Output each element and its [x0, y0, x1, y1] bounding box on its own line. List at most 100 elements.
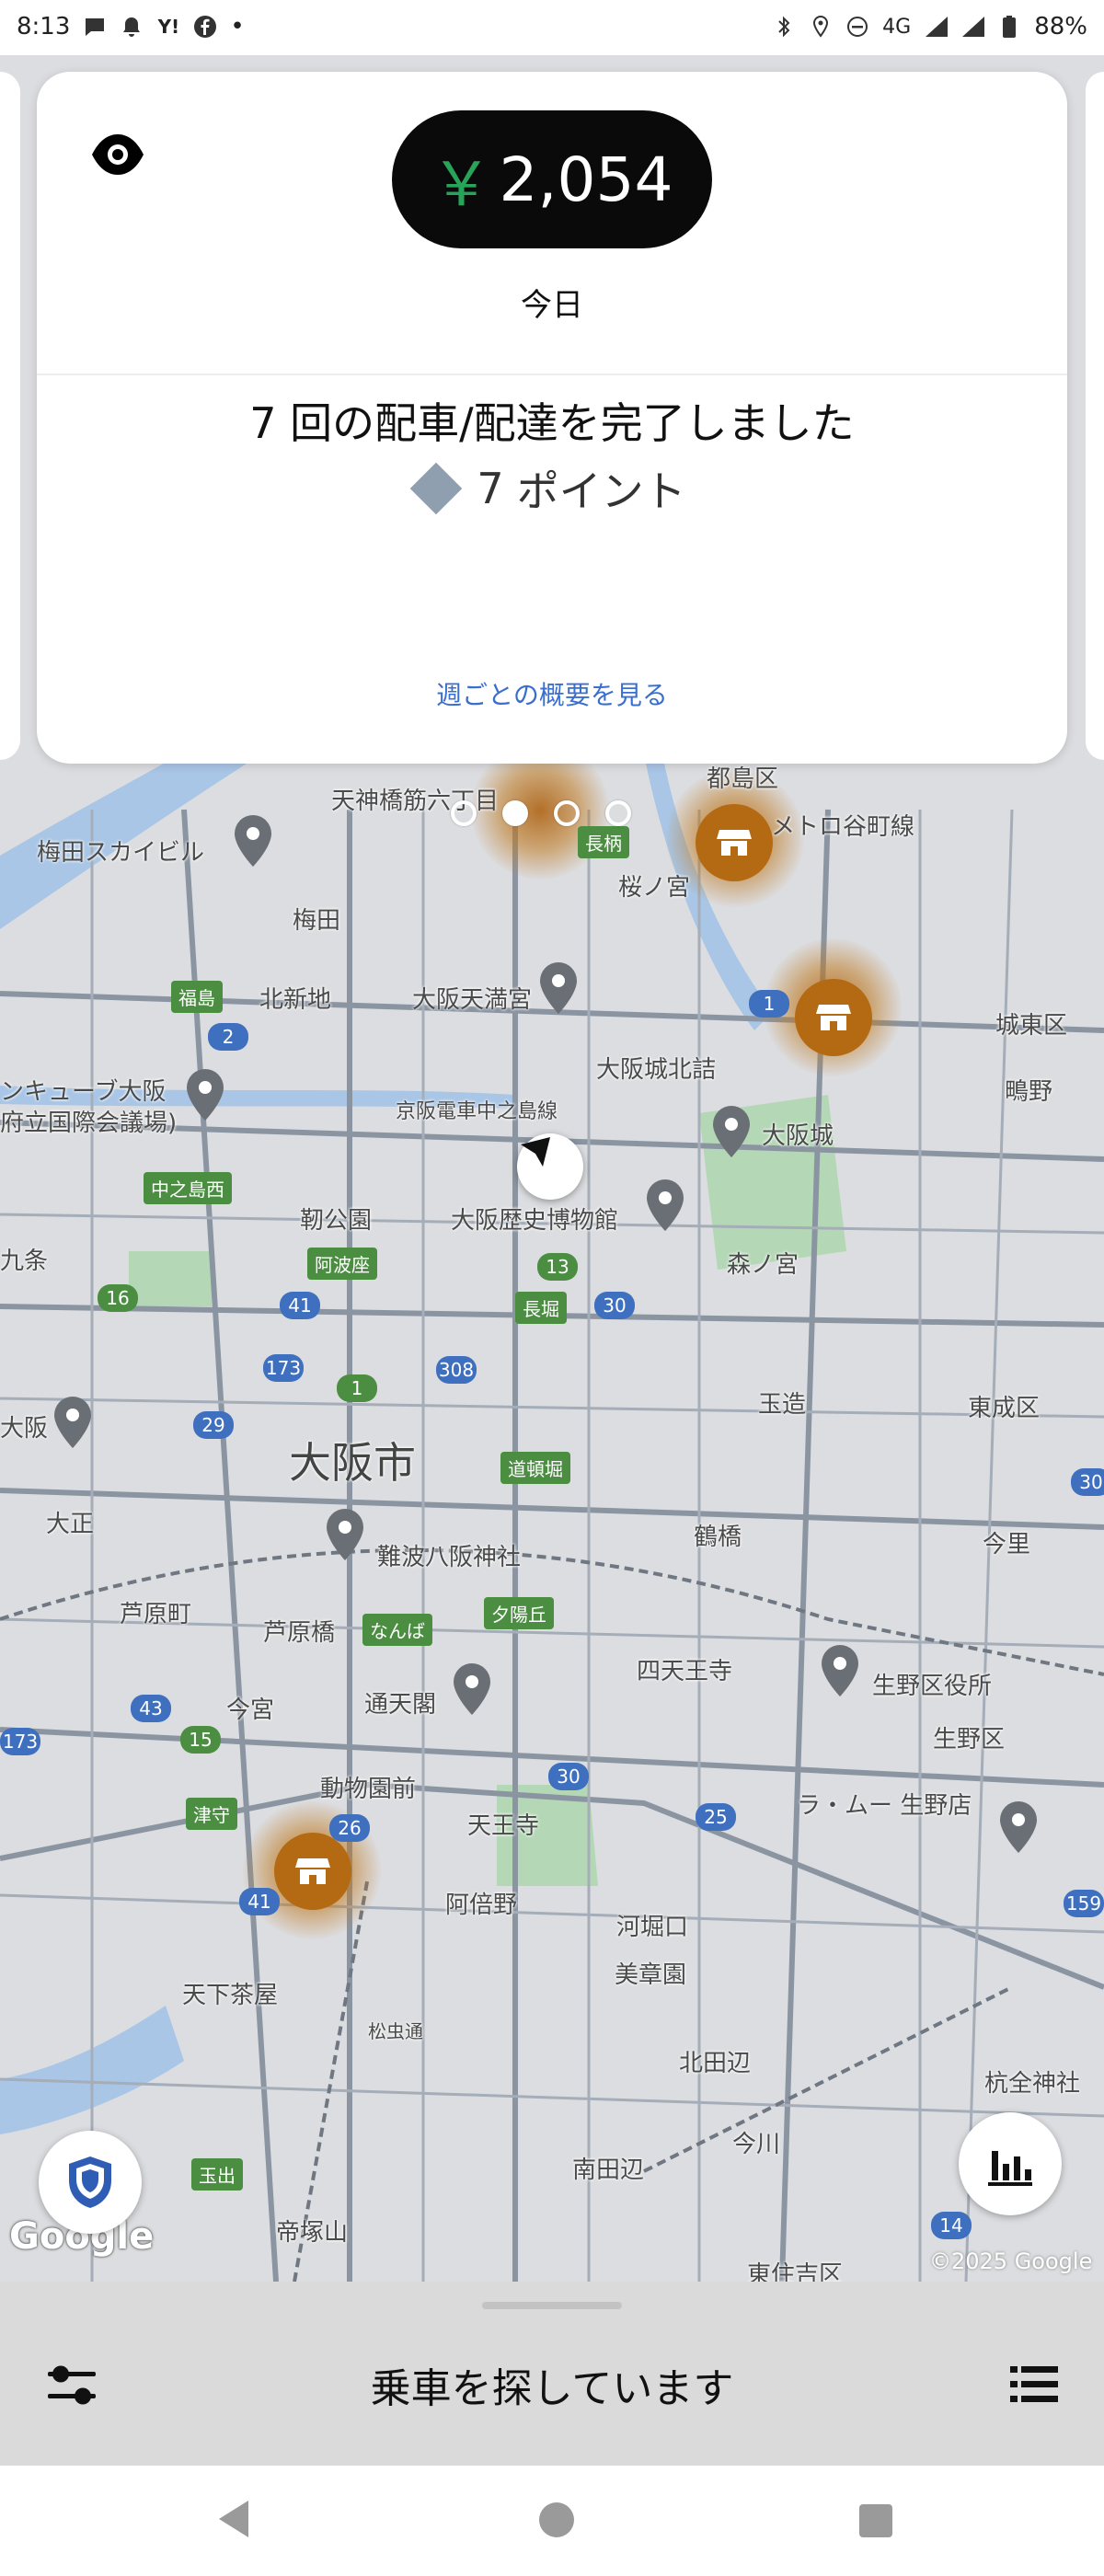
earnings-pill[interactable]: ￥ 2,054	[392, 110, 712, 248]
map-label: 鴫野	[1005, 1078, 1053, 1106]
route-badge: 25	[696, 1803, 736, 1831]
route-badge: 173	[0, 1728, 40, 1755]
map-label: 靭公園	[300, 1207, 373, 1235]
route-badge: 308	[436, 1356, 477, 1384]
route-badge: 30	[548, 1763, 589, 1790]
map-label: 四天王寺	[637, 1658, 733, 1685]
sheet-drag-handle[interactable]	[482, 2302, 622, 2309]
eye-icon[interactable]	[88, 125, 147, 184]
signal-icon-2	[960, 15, 985, 39]
previous-card-peek[interactable]	[0, 72, 20, 760]
poi-pin[interactable]	[52, 1395, 94, 1450]
station-label: なんば	[362, 1614, 432, 1646]
safety-toolkit-button[interactable]	[39, 2131, 142, 2234]
map-label: 大阪天満宮	[412, 986, 533, 1014]
points-row: 7 ポイント	[37, 458, 1067, 519]
station-label: 長柄	[578, 826, 629, 858]
map-label: 九条	[0, 1248, 49, 1275]
map-label: 鶴橋	[694, 1524, 742, 1551]
status-left: 8:13 Y! •	[17, 13, 245, 40]
map-label: 今宮	[226, 1696, 275, 1724]
map-label: 東住吉区	[747, 2261, 844, 2282]
status-time: 8:13	[17, 13, 71, 40]
map-label: 今川	[732, 2131, 781, 2158]
route-badge: 29	[193, 1411, 234, 1439]
map-label: 天王寺	[467, 1812, 540, 1840]
map-label: 大正	[46, 1511, 95, 1538]
map-label: ラ・ムー 生野店	[797, 1792, 972, 1820]
poi-pin[interactable]	[451, 1662, 493, 1717]
earnings-stats-button[interactable]	[959, 2112, 1062, 2215]
earnings-card[interactable]: ￥ 2,054 今日 7 回の配車/配達を完了しました 7 ポイント 週ごとの概…	[37, 72, 1067, 764]
status-bar: 8:13 Y! • 4G 88%	[0, 0, 1104, 55]
menu-list-button[interactable]	[1001, 2352, 1067, 2418]
map-label: 森ノ宮	[727, 1251, 799, 1279]
store-pin[interactable]	[274, 1833, 351, 1910]
poi-pin[interactable]	[537, 960, 580, 1016]
station-label: 道頓堀	[500, 1452, 570, 1484]
location-icon	[809, 15, 833, 39]
map-label: 動物園前	[320, 1776, 417, 1803]
store-icon	[717, 830, 752, 856]
store-pin[interactable]	[696, 804, 773, 881]
signal-icon	[924, 15, 949, 39]
map-label: 京阪電車中之島線	[396, 1100, 558, 1123]
pager-dot[interactable]	[605, 800, 631, 826]
map-label: 天下茶屋	[182, 1982, 279, 2009]
currency-symbol: ￥	[431, 149, 492, 220]
period-label: 今日	[521, 287, 583, 324]
poi-pin[interactable]	[997, 1800, 1040, 1855]
battery-icon	[997, 15, 1021, 39]
home-icon[interactable]	[539, 2502, 574, 2537]
weekly-summary-link[interactable]: 週ごとの概要を見る	[37, 675, 1067, 712]
route-badge: 41	[280, 1292, 320, 1319]
bell-icon	[120, 15, 144, 39]
route-badge: 173	[263, 1354, 304, 1382]
bottom-sheet[interactable]: 乗車を探しています	[0, 2282, 1104, 2466]
store-pin[interactable]	[795, 979, 872, 1056]
card-divider	[37, 374, 1067, 375]
poi-pin[interactable]	[710, 1104, 753, 1159]
status-right: 4G 88%	[772, 13, 1087, 40]
map-label: 桜ノ宮	[618, 874, 691, 902]
map-label: 芦原町	[120, 1601, 192, 1628]
recents-icon[interactable]	[859, 2504, 892, 2537]
dnd-icon	[845, 15, 869, 39]
map-label: メトロ谷町線	[771, 813, 915, 841]
map-label: 大阪歴史博物館	[451, 1207, 619, 1235]
next-card-peek[interactable]	[1086, 72, 1104, 760]
poi-pin[interactable]	[232, 813, 274, 868]
route-badge: 16	[98, 1284, 138, 1312]
navigation-arrow-icon	[521, 1137, 550, 1167]
poi-pin[interactable]	[184, 1067, 226, 1122]
points-label: ポイント	[516, 466, 686, 516]
facebook-icon	[193, 15, 217, 39]
poi-pin[interactable]	[644, 1178, 686, 1233]
map-label: 杭全神社	[984, 2070, 1081, 2098]
map-label: 東成区	[968, 1395, 1041, 1422]
route-badge: 1	[749, 990, 789, 1018]
map-label: 大阪城北詰	[596, 1056, 717, 1084]
map-label: 生野区	[933, 1726, 1006, 1754]
route-badge: 159	[1064, 1890, 1104, 1917]
store-icon	[816, 1005, 851, 1030]
route-badge: 43	[131, 1695, 171, 1722]
station-label: 玉出	[191, 2158, 243, 2191]
pager-dot-active[interactable]	[502, 800, 528, 826]
map-label: ンキューブ大阪	[0, 1078, 167, 1106]
pager-dot[interactable]	[554, 800, 580, 826]
route-badge: 1	[337, 1374, 377, 1402]
current-location-marker	[517, 1133, 583, 1200]
pager-dot[interactable]	[451, 800, 477, 826]
map-label: 都島区	[707, 765, 779, 793]
map-copyright: ©2025 Google	[929, 2248, 1093, 2274]
back-icon[interactable]	[215, 2499, 252, 2543]
points-count: 7	[477, 464, 504, 513]
chat-icon	[83, 15, 107, 39]
poi-pin[interactable]	[819, 1643, 861, 1698]
map-label: 北田辺	[679, 2050, 752, 2077]
map-label: 難波八阪神社	[377, 1544, 522, 1571]
poi-pin[interactable]	[324, 1507, 366, 1562]
battery-level: 88%	[1034, 13, 1087, 40]
map-label: 府立国際会議場)	[0, 1110, 178, 1137]
